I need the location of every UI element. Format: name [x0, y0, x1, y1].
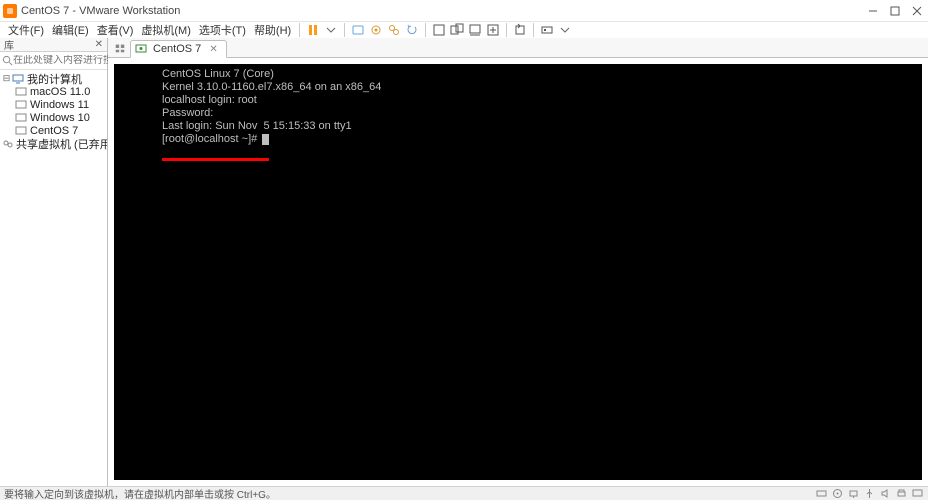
- menu-tabs[interactable]: 选项卡(T): [195, 22, 250, 38]
- tree-item-win10[interactable]: Windows 10: [2, 111, 107, 124]
- tab-centos7[interactable]: CentOS 7 ✕: [130, 40, 227, 58]
- home-tab-button[interactable]: [110, 39, 130, 57]
- menu-edit[interactable]: 编辑(E): [48, 22, 93, 38]
- device-disk-icon[interactable]: [814, 488, 828, 500]
- snapshot-manager-icon[interactable]: [385, 22, 403, 38]
- tree-item-label: Windows 11: [30, 99, 89, 111]
- separator: [506, 23, 507, 37]
- cursor: [262, 134, 269, 145]
- tab-label: CentOS 7: [153, 43, 201, 55]
- tree-item-label: macOS 11.0: [30, 86, 90, 98]
- cycle-icon[interactable]: [511, 22, 529, 38]
- vm-running-icon: [135, 43, 147, 55]
- vm-icon: [14, 99, 28, 111]
- separator: [344, 23, 345, 37]
- console-line: CentOS Linux 7 (Core): [162, 68, 922, 81]
- tree-shared-vms[interactable]: 共享虚拟机 (已弃用): [2, 137, 107, 150]
- vm-console[interactable]: CentOS Linux 7 (Core) Kernel 3.10.0-1160…: [114, 64, 922, 480]
- console-line: Password:: [162, 107, 922, 120]
- unity-icon[interactable]: [448, 22, 466, 38]
- minimize-button[interactable]: [862, 1, 884, 21]
- tree-root-my-computer[interactable]: ⊟ 我的计算机: [2, 72, 107, 85]
- shared-icon: [2, 138, 14, 150]
- device-network-icon[interactable]: [846, 488, 860, 500]
- main-area: CentOS 7 ✕ CentOS Linux 7 (Core) Kernel …: [108, 38, 928, 486]
- console-container: CentOS Linux 7 (Core) Kernel 3.10.0-1160…: [108, 58, 928, 486]
- tree-item-win11[interactable]: Windows 11: [2, 98, 107, 111]
- fullscreen-icon[interactable]: [430, 22, 448, 38]
- computer-icon: [11, 73, 25, 85]
- menu-view[interactable]: 查看(V): [93, 22, 138, 38]
- highlight-underline: [162, 158, 269, 161]
- tree-item-macos[interactable]: macOS 11.0: [2, 85, 107, 98]
- revert-icon[interactable]: [403, 22, 421, 38]
- console-line: localhost login: root: [162, 94, 922, 107]
- vm-icon: [14, 86, 28, 98]
- tree-item-label: Windows 10: [30, 112, 90, 124]
- device-sound-icon[interactable]: [878, 488, 892, 500]
- menubar: 文件(F) 编辑(E) 查看(V) 虚拟机(M) 选项卡(T) 帮助(H): [0, 22, 928, 38]
- stretch-icon[interactable]: [484, 22, 502, 38]
- titlebar: CentOS 7 - VMware Workstation: [0, 0, 928, 22]
- device-printer-icon[interactable]: [894, 488, 908, 500]
- status-text: 要将输入定向到该虚拟机，请在虚拟机内部单击或按 Ctrl+G。: [4, 486, 276, 500]
- vmware-app-icon: [3, 4, 17, 18]
- menu-vm[interactable]: 虚拟机(M): [137, 22, 195, 38]
- console-prompt-line: [root@localhost ~]#: [162, 133, 922, 146]
- tab-close-icon[interactable]: ✕: [209, 44, 217, 55]
- window-title: CentOS 7 - VMware Workstation: [21, 5, 862, 17]
- removable-devices-icon[interactable]: [538, 22, 556, 38]
- tree-root-label: 我的计算机: [27, 71, 82, 87]
- statusbar: 要将输入定向到该虚拟机，请在虚拟机内部单击或按 Ctrl+G。: [0, 486, 928, 500]
- tree-shared-label: 共享虚拟机 (已弃用): [16, 136, 107, 152]
- close-button[interactable]: [906, 1, 928, 21]
- menu-help[interactable]: 帮助(H): [250, 22, 295, 38]
- vm-tree: ⊟ 我的计算机 macOS 11.0 Windows 11 Windows 10…: [0, 70, 107, 486]
- send-ctrl-alt-del-icon[interactable]: [349, 22, 367, 38]
- library-search: ▾: [0, 52, 107, 70]
- device-display-icon[interactable]: [910, 488, 924, 500]
- dropdown-icon[interactable]: [556, 22, 574, 38]
- dropdown-icon[interactable]: [322, 22, 340, 38]
- menu-file[interactable]: 文件(F): [4, 22, 48, 38]
- snapshot-icon[interactable]: [367, 22, 385, 38]
- search-icon: [2, 55, 13, 66]
- library-header: 库 ✕: [0, 38, 107, 52]
- library-title: 库: [4, 37, 14, 52]
- console-line: Last login: Sun Nov 5 15:15:33 on tty1: [162, 120, 922, 133]
- console-view-icon[interactable]: [466, 22, 484, 38]
- device-cd-icon[interactable]: [830, 488, 844, 500]
- separator: [425, 23, 426, 37]
- tabbar: CentOS 7 ✕: [108, 38, 928, 58]
- vm-icon: [14, 112, 28, 124]
- maximize-button[interactable]: [884, 1, 906, 21]
- device-usb-icon[interactable]: [862, 488, 876, 500]
- console-line: Kernel 3.10.0-1160.el7.x86_64 on an x86_…: [162, 81, 922, 94]
- library-sidebar: 库 ✕ ▾ ⊟ 我的计算机 macOS 11.0 Windows 11: [0, 38, 108, 486]
- separator: [533, 23, 534, 37]
- separator: [299, 23, 300, 37]
- pause-button[interactable]: [304, 22, 322, 38]
- close-library-icon[interactable]: ✕: [95, 39, 103, 50]
